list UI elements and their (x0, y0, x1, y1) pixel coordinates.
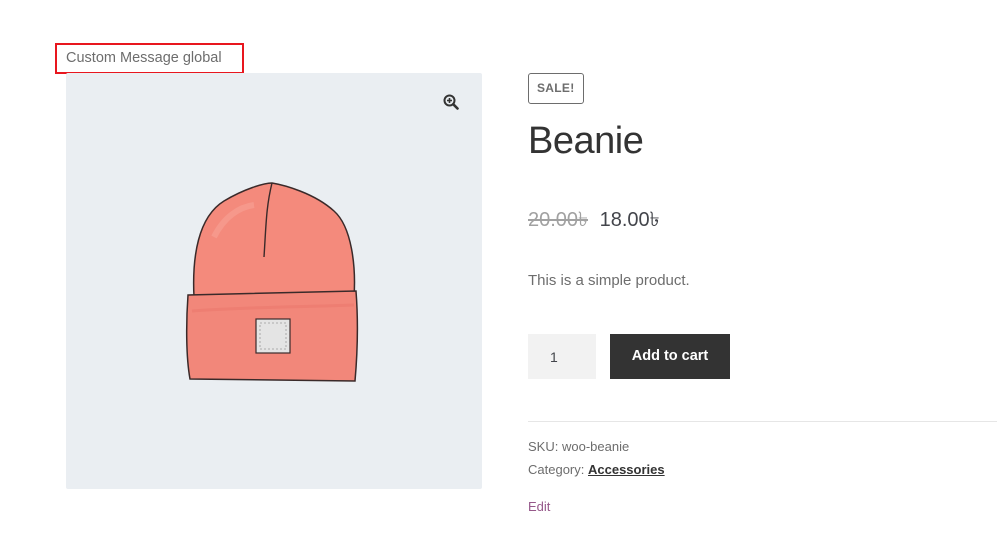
add-to-cart-button[interactable]: Add to cart (610, 334, 730, 379)
beanie-image (185, 182, 359, 382)
category-label: Category: (528, 462, 585, 477)
custom-message: Custom Message global (55, 43, 244, 74)
sku-line: SKU: woo-beanie (528, 439, 629, 454)
short-description: This is a simple product. (528, 272, 690, 289)
sale-badge: SALE! (528, 73, 584, 104)
product-gallery (66, 73, 482, 489)
sku-label: SKU: (528, 439, 559, 454)
zoom-in-icon (443, 94, 459, 110)
regular-price: 20.00৳ (528, 209, 589, 231)
meta-divider (528, 421, 997, 422)
category-line: Category: Accessories (528, 462, 665, 477)
category-link-accessories[interactable]: Accessories (588, 462, 665, 477)
product-title: Beanie (528, 120, 644, 162)
sku-value: woo-beanie (561, 439, 630, 454)
zoom-button[interactable] (438, 89, 464, 115)
quantity-input[interactable] (528, 334, 596, 379)
edit-link[interactable]: Edit (528, 499, 550, 514)
sale-price: 18.00৳ (599, 209, 660, 231)
product-price: 20.00৳ 18.00৳ (528, 205, 660, 238)
